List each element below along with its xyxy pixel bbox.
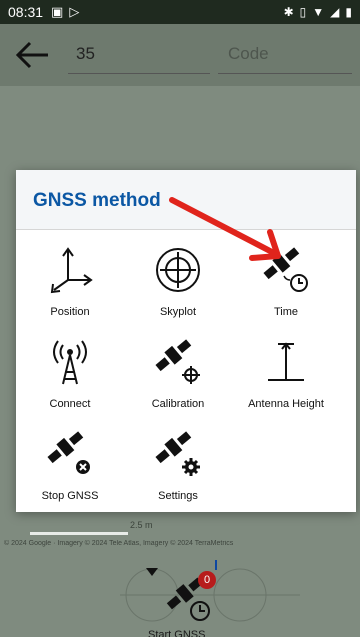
scale-bar-line (30, 532, 128, 535)
app-toolbar: 35 Code (0, 24, 360, 86)
crosshair-circle-icon (156, 248, 200, 292)
antenna-height-icon (268, 342, 304, 381)
tile-label: Antenna Height (248, 398, 324, 410)
tile-skyplot[interactable]: Skyplot (124, 230, 232, 322)
tile-label: Position (50, 306, 90, 318)
bluetooth-icon: ✱ (283, 5, 294, 19)
tile-label: Time (273, 306, 299, 318)
gnss-count-badge: 0 (198, 571, 216, 589)
satellite-clock-icon (263, 247, 308, 292)
wifi-icon: ▼ (312, 5, 325, 19)
tile-antenna-height[interactable]: Antenna Height (232, 322, 340, 414)
play-notification-icon: ▷ (69, 4, 80, 19)
tile-stop-gnss[interactable]: Stop GNSS (16, 414, 124, 506)
point-name-input[interactable]: 35 (68, 34, 210, 74)
tile-settings[interactable]: Settings (124, 414, 232, 506)
tile-label: Connect (49, 398, 91, 410)
tile-calibration[interactable]: Calibration (124, 322, 232, 414)
signal-icon: ◢ (330, 5, 340, 19)
dialog-title: GNSS method (33, 190, 161, 211)
status-bar: 08:31 ▣ ▷ ✱ ▯ ▼ ◢ ▮ (0, 0, 360, 24)
antenna-signal-icon (53, 340, 87, 385)
gnss-method-dialog: GNSS method Position Skyplot Time Connec… (16, 170, 356, 512)
method-grid: Position Skyplot Time Connect Calibratio… (16, 230, 356, 512)
status-time: 08:31 (8, 4, 44, 20)
tile-label: Settings (158, 490, 198, 502)
tile-label: Calibration (151, 398, 205, 410)
code-input[interactable]: Code (218, 34, 352, 74)
axes-icon (50, 247, 93, 294)
battery-icon: ▮ (345, 5, 352, 19)
vibrate-icon: ▯ (299, 5, 307, 19)
tile-position[interactable]: Position (16, 230, 124, 322)
map-attribution: © 2024 Google · Imagery © 2024 Tele Atla… (4, 540, 234, 547)
scale-label: 2.5 m (130, 520, 153, 530)
satellite-gear-icon (155, 431, 200, 476)
tile-label: Stop GNSS (41, 490, 99, 502)
tile-time[interactable]: Time (232, 230, 340, 322)
satellite-target-icon (155, 339, 200, 384)
start-gnss-label[interactable]: Start GNSS (148, 629, 205, 637)
back-arrow-icon[interactable] (14, 40, 50, 70)
tile-label: Skyplot (159, 306, 197, 318)
tile-connect[interactable]: Connect (16, 322, 124, 414)
image-notification-icon: ▣ (51, 4, 64, 19)
satellite-stop-icon (47, 431, 90, 474)
